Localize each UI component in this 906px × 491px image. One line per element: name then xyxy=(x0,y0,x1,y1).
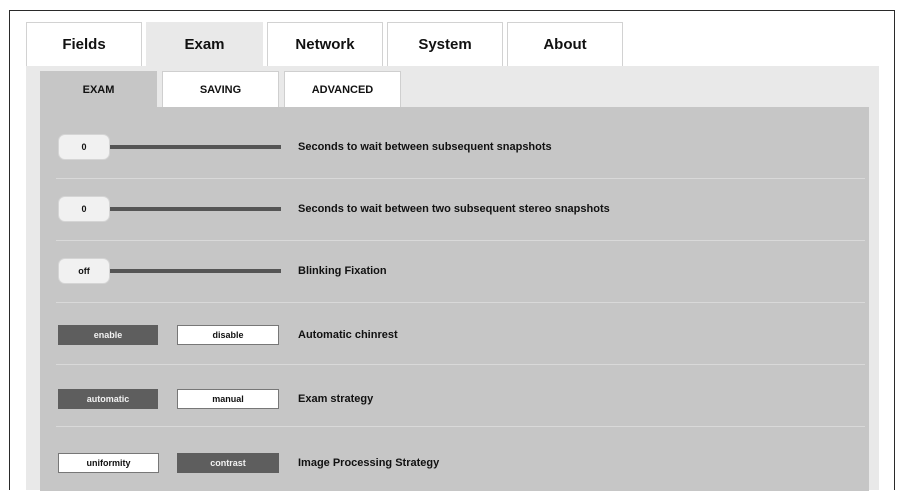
snapshot-wait-slider[interactable] xyxy=(110,145,281,149)
blinking-value[interactable]: off xyxy=(58,258,110,284)
stereo-wait-slider[interactable] xyxy=(110,207,281,211)
snapshot-wait-value[interactable]: 0 xyxy=(58,134,110,160)
chinrest-label: Automatic chinrest xyxy=(298,329,398,341)
stereo-wait-label: Seconds to wait between two subsequent s… xyxy=(298,203,610,215)
image-processing-contrast-button[interactable]: contrast xyxy=(177,453,279,473)
subtab-saving[interactable]: SAVING xyxy=(162,71,279,108)
exam-settings-panel: 0 Seconds to wait between subsequent sna… xyxy=(40,107,869,491)
setting-row-exam-strategy: automatic manual Exam strategy xyxy=(40,365,869,427)
setting-row-snapshot-wait: 0 Seconds to wait between subsequent sna… xyxy=(40,117,869,179)
stereo-wait-value[interactable]: 0 xyxy=(58,196,110,222)
blinking-slider[interactable] xyxy=(110,269,281,273)
subtab-advanced[interactable]: ADVANCED xyxy=(284,71,401,108)
chinrest-enable-button[interactable]: enable xyxy=(58,325,158,345)
image-processing-label: Image Processing Strategy xyxy=(298,457,440,469)
tab-fields[interactable]: Fields xyxy=(26,22,142,66)
subtab-exam[interactable]: EXAM xyxy=(40,71,157,108)
blinking-label: Blinking Fixation xyxy=(298,265,387,277)
snapshot-wait-label: Seconds to wait between subsequent snaps… xyxy=(298,141,552,153)
setting-row-image-processing: uniformity contrast Image Processing Str… xyxy=(40,427,869,489)
exam-strategy-manual-button[interactable]: manual xyxy=(177,389,279,409)
setting-row-blinking: off Blinking Fixation xyxy=(40,241,869,303)
exam-strategy-label: Exam strategy xyxy=(298,393,374,405)
image-processing-uniformity-button[interactable]: uniformity xyxy=(58,453,159,473)
chinrest-disable-button[interactable]: disable xyxy=(177,325,279,345)
tab-network[interactable]: Network xyxy=(267,22,383,66)
setting-row-stereo-wait: 0 Seconds to wait between two subsequent… xyxy=(40,179,869,241)
tab-system[interactable]: System xyxy=(387,22,503,66)
setting-row-chinrest: enable disable Automatic chinrest xyxy=(40,303,869,365)
tab-exam[interactable]: Exam xyxy=(146,22,263,66)
exam-strategy-automatic-button[interactable]: automatic xyxy=(58,389,158,409)
tab-about[interactable]: About xyxy=(507,22,623,66)
